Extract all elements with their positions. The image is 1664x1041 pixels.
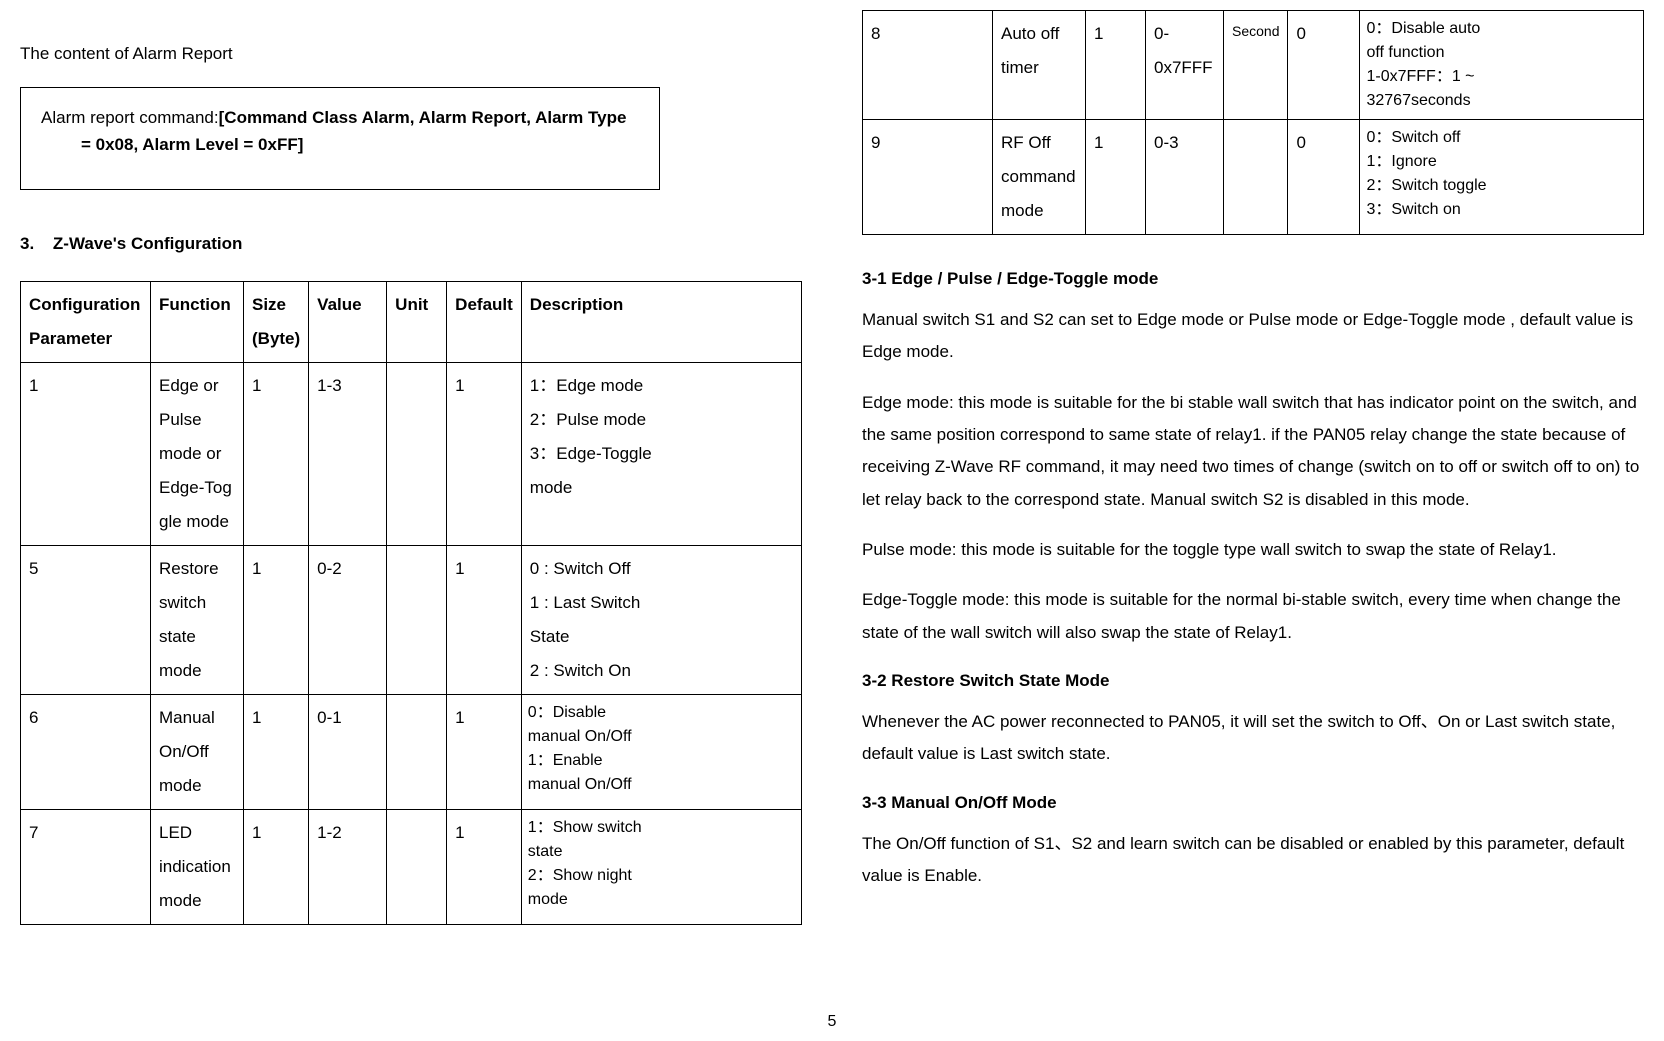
td-desc: 0：Switch off 1：Ignore 2：Switch toggle 3：… [1360,120,1644,235]
td-func: Edge or Pulse mode or Edge-Tog gle mode [151,362,244,545]
section-3-number: 3. [20,230,34,257]
td-unit [387,694,447,809]
table-row: 8Auto off timer10-0x7FFFSecond00：Disable… [863,11,1644,120]
td-default: 1 [447,545,522,694]
th-unit: Unit [387,281,447,362]
heading-3-1: 3-1 Edge / Pulse / Edge-Toggle mode [862,265,1644,292]
para-3-1c: Pulse mode: this mode is suitable for th… [862,534,1644,566]
th-default: Default [447,281,522,362]
table-row: 1Edge or Pulse mode or Edge-Tog gle mode… [21,362,802,545]
td-desc: 1：Edge mode 2：Pulse mode 3：Edge-Toggle m… [521,362,801,545]
td-param: 7 [21,809,151,924]
td-desc: 0：Disable auto off function 1-0x7FFF：1 ~… [1360,11,1644,120]
config-table-left: Configuration Parameter Function Size (B… [20,281,802,925]
td-unit [1224,120,1288,235]
alarm-cmd-bold-2: = 0x08, Alarm Level = 0xFF] [81,135,303,154]
th-value: Value [309,281,387,362]
alarm-command-line1: Alarm report command:[Command Class Alar… [41,104,639,131]
config-table-right: 8Auto off timer10-0x7FFFSecond00：Disable… [862,10,1644,235]
td-value: 0-2 [309,545,387,694]
alarm-cmd-bold-1: [Command Class Alarm, Alarm Report, Alar… [219,108,627,127]
alarm-command-line2: = 0x08, Alarm Level = 0xFF] [41,131,639,158]
th-function: Function [151,281,244,362]
para-3-2: Whenever the AC power reconnected to PAN… [862,706,1644,771]
td-default: 0 [1288,11,1360,120]
section-3-heading: 3. Z-Wave's Configuration [20,230,802,257]
para-3-1b: Edge mode: this mode is suitable for the… [862,387,1644,516]
td-func: RF Off command mode [993,120,1086,235]
td-param: 6 [21,694,151,809]
td-unit: Second [1224,11,1288,120]
section-3-title: Z-Wave's Configuration [53,234,242,253]
td-value: 0-1 [309,694,387,809]
td-default: 1 [447,809,522,924]
td-default: 0 [1288,120,1360,235]
alarm-command-box: Alarm report command:[Command Class Alar… [20,87,660,189]
table-row: 7LED indication mode11-211：Show switch s… [21,809,802,924]
td-value: 1-2 [309,809,387,924]
td-func: LED indication mode [151,809,244,924]
alarm-cmd-prefix: Alarm report command: [41,108,219,127]
th-param-1: Configuration [29,295,140,314]
th-size-2: (Byte) [252,329,300,348]
td-param: 1 [21,362,151,545]
table-row: 9RF Off command mode10-3 00：Switch off 1：… [863,120,1644,235]
page-number: 5 [828,1009,837,1035]
th-size-1: Size [252,295,286,314]
td-size: 1 [244,694,309,809]
td-param: 9 [863,120,993,235]
td-size: 1 [244,545,309,694]
para-3-1d: Edge-Toggle mode: this mode is suitable … [862,584,1644,649]
td-func: Manual On/Off mode [151,694,244,809]
para-3-3: The On/Off function of S1、S2 and learn s… [862,828,1644,893]
table-header-row: Configuration Parameter Function Size (B… [21,281,802,362]
th-size: Size (Byte) [244,281,309,362]
td-desc: 1：Show switch state 2：Show night mode [521,809,801,924]
td-param: 5 [21,545,151,694]
td-unit [387,545,447,694]
td-size: 1 [244,809,309,924]
th-param-2: Parameter [29,329,112,348]
th-param: Configuration Parameter [21,281,151,362]
td-unit [387,809,447,924]
td-func: Auto off timer [993,11,1086,120]
td-desc: 0 : Switch Off 1 : Last Switch State 2 :… [521,545,801,694]
td-default: 1 [447,694,522,809]
td-func: Restore switch state mode [151,545,244,694]
th-description: Description [521,281,801,362]
td-param: 8 [863,11,993,120]
right-column: 8Auto off timer10-0x7FFFSecond00：Disable… [852,0,1644,1041]
document-page: The content of Alarm Report Alarm report… [0,0,1664,1041]
para-3-1a: Manual switch S1 and S2 can set to Edge … [862,304,1644,369]
td-size: 1 [1086,11,1146,120]
alarm-report-heading: The content of Alarm Report [20,40,802,67]
td-value: 0-0x7FFF [1146,11,1224,120]
td-default: 1 [447,362,522,545]
heading-3-3: 3-3 Manual On/Off Mode [862,789,1644,816]
table-row: 5Restore switch state mode10-210 : Switc… [21,545,802,694]
left-column: The content of Alarm Report Alarm report… [20,0,812,1041]
table-row: 6Manual On/Off mode10-110：Disable manual… [21,694,802,809]
td-value: 1-3 [309,362,387,545]
td-size: 1 [1086,120,1146,235]
td-value: 0-3 [1146,120,1224,235]
td-desc: 0：Disable manual On/Off 1：Enable manual … [521,694,801,809]
td-unit [387,362,447,545]
heading-3-2: 3-2 Restore Switch State Mode [862,667,1644,694]
td-size: 1 [244,362,309,545]
